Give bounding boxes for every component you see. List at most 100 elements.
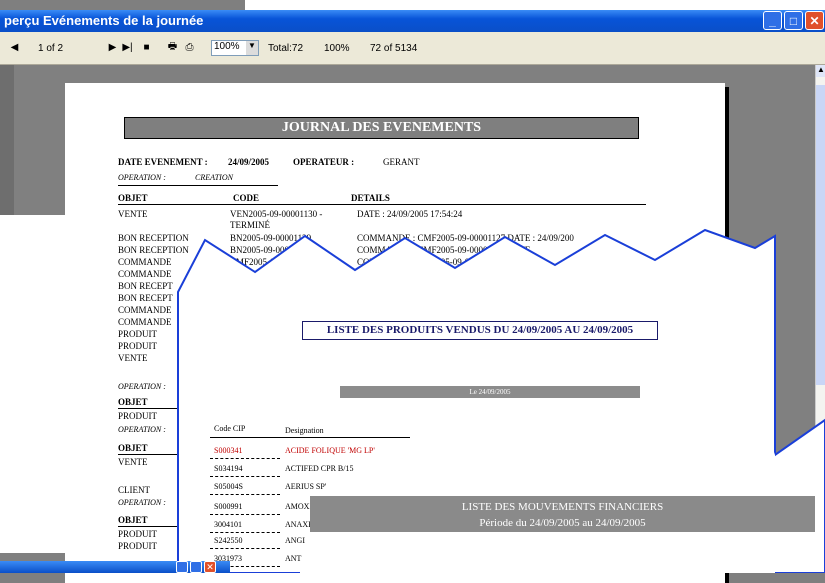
zoom-select[interactable]: 100% ▼ (211, 40, 259, 56)
record-count: 72 of 5134 (370, 43, 418, 54)
row-objet: PRODUIT (118, 541, 158, 551)
col-code-cip: Code CIP (214, 424, 246, 433)
row-divider (210, 458, 280, 459)
row-details: COMMANDE (357, 269, 411, 279)
row-objet: PRODUIT (118, 329, 158, 339)
row-objet: PRODUIT (118, 529, 158, 539)
row-code: BN2005-09-00001128 (230, 245, 312, 255)
row-objet: PRODUIT (118, 411, 158, 421)
produits-title: LISTE DES PRODUITS VENDUS DU 24/09/2005 … (302, 321, 658, 340)
financier-period: Période du 24/09/2005 au 24/09/2005 (479, 517, 646, 529)
row-code: CMF2005-09-00001126 (230, 257, 318, 267)
produit-code: S05004S (214, 482, 243, 491)
scroll-up-icon[interactable]: ▲ (816, 65, 825, 77)
row-divider (210, 494, 280, 495)
produit-designation: ANAXE (285, 520, 313, 529)
row-objet: VENTE (118, 209, 148, 219)
maximize-icon: □ (789, 13, 798, 28)
row-code: BN2005-09-00001129 (230, 233, 312, 243)
zoom-value: 100% (214, 41, 240, 52)
row-objet: VENTE (118, 457, 148, 467)
divider (118, 454, 188, 455)
window-titlebar[interactable]: perçu Evénements de la journée _ □ ✕ (0, 10, 825, 32)
row-details: COMMANDE : CMF2005-09-00001127 DATE : 24… (357, 233, 574, 243)
stop-icon[interactable]: ■ (140, 41, 153, 54)
row-divider (210, 548, 280, 549)
left-white-area (0, 215, 65, 553)
produits-header-divider (210, 437, 410, 438)
produit-code: S034194 (214, 464, 243, 473)
row-objet: VENTE (118, 353, 148, 363)
row-objet: BON RECEPTION (118, 233, 189, 243)
produit-code: S000991 (214, 502, 243, 511)
operation-label: OPERATION : (118, 382, 166, 391)
row-objet: PRODUIT (118, 341, 158, 351)
row-divider (210, 514, 280, 515)
col-objet: OBJET (118, 443, 148, 453)
row-objet: BON RECEPTION (118, 245, 189, 255)
row-objet: COMMANDE (118, 305, 172, 315)
produit-designation: ANGI (285, 536, 305, 545)
percent-complete: 100% (324, 43, 350, 54)
operation-value: CREATION (195, 173, 233, 182)
chevron-down-icon: ▼ (246, 41, 258, 55)
print-setup-icon[interactable]: ⎙ (183, 41, 196, 54)
row-divider (210, 476, 280, 477)
close-icon[interactable]: ✕ (204, 561, 216, 573)
row-details: COMMANDE CMF2005-09-00001126 (357, 257, 501, 267)
row-objet: BON RECEPT (118, 293, 173, 303)
financier-header: LISTE DES MOUVEMENTS FINANCIERS Période … (310, 496, 815, 532)
col-objet: OBJET (118, 515, 148, 525)
date-value: 24/09/2005 (228, 157, 270, 167)
produit-code: 3004101 (214, 520, 242, 529)
row-objet: CLIENT (118, 485, 150, 495)
col-code: CODE (233, 193, 260, 203)
row-objet: BON RECEPT (118, 281, 173, 291)
produit-code: S242550 (214, 536, 243, 545)
date-band: Le 24/09/2005 (340, 386, 640, 398)
col-details: DETAILS (351, 193, 390, 203)
row-objet: COMMANDE (118, 317, 172, 327)
vertical-scrollbar[interactable]: ▲ (815, 65, 825, 573)
minimize-icon: _ (769, 13, 776, 28)
row-divider (210, 532, 280, 533)
financier-title: LISTE DES MOUVEMENTS FINANCIERS (461, 501, 664, 513)
scroll-thumb[interactable] (816, 85, 825, 385)
journal-title: JOURNAL DES EVENEMENTS (124, 117, 639, 139)
header-divider (118, 204, 646, 205)
minimize-icon[interactable] (176, 561, 188, 573)
divider (118, 408, 188, 409)
col-objet: OBJET (118, 193, 148, 203)
col-designation: Designation (285, 426, 324, 435)
background-window-titlebar[interactable]: ✕ (0, 561, 230, 573)
row-code: VEN2005-09-00001130 - (230, 209, 323, 219)
row-details: DATE : 24/09/2005 17:54:24 (357, 209, 463, 219)
operation-label: OPERATION : (118, 425, 166, 434)
operation-label: OPERATION : (118, 173, 166, 182)
maximize-button[interactable]: □ (784, 11, 803, 30)
operation-label: OPERATION : (118, 498, 166, 507)
row-details: COMMANDE : CMF2005-09-00001126 DATE (357, 245, 531, 255)
next-page-icon[interactable]: ▶ (106, 41, 119, 54)
produit-designation: ACTIFED CPR B/15 (285, 464, 354, 473)
produit-designation: ANT (285, 554, 302, 563)
divider (118, 526, 188, 527)
operateur-label: OPERATEUR : (293, 157, 355, 167)
produit-code: S000341 (214, 446, 243, 455)
minimize-button[interactable]: _ (763, 11, 782, 30)
divider (118, 185, 278, 186)
last-page-icon[interactable]: ▶| (121, 41, 134, 54)
produit-designation: ACIDE FOLIQUE 'MG LP' (285, 446, 375, 455)
prev-page-icon[interactable]: ◀ (8, 41, 21, 54)
close-button[interactable]: ✕ (805, 11, 824, 30)
row-code: TERMINÉ (230, 220, 270, 230)
row-objet: COMMANDE (118, 257, 172, 267)
close-icon: ✕ (809, 13, 820, 28)
produit-designation: AERIUS SP' (285, 482, 327, 491)
print-icon[interactable]: 🖶 (166, 41, 179, 54)
operateur-value: GERANT (383, 157, 420, 167)
top-background (0, 0, 825, 10)
maximize-icon[interactable] (190, 561, 202, 573)
total-count: Total:72 (268, 43, 304, 54)
row-objet: COMMANDE (118, 269, 172, 279)
